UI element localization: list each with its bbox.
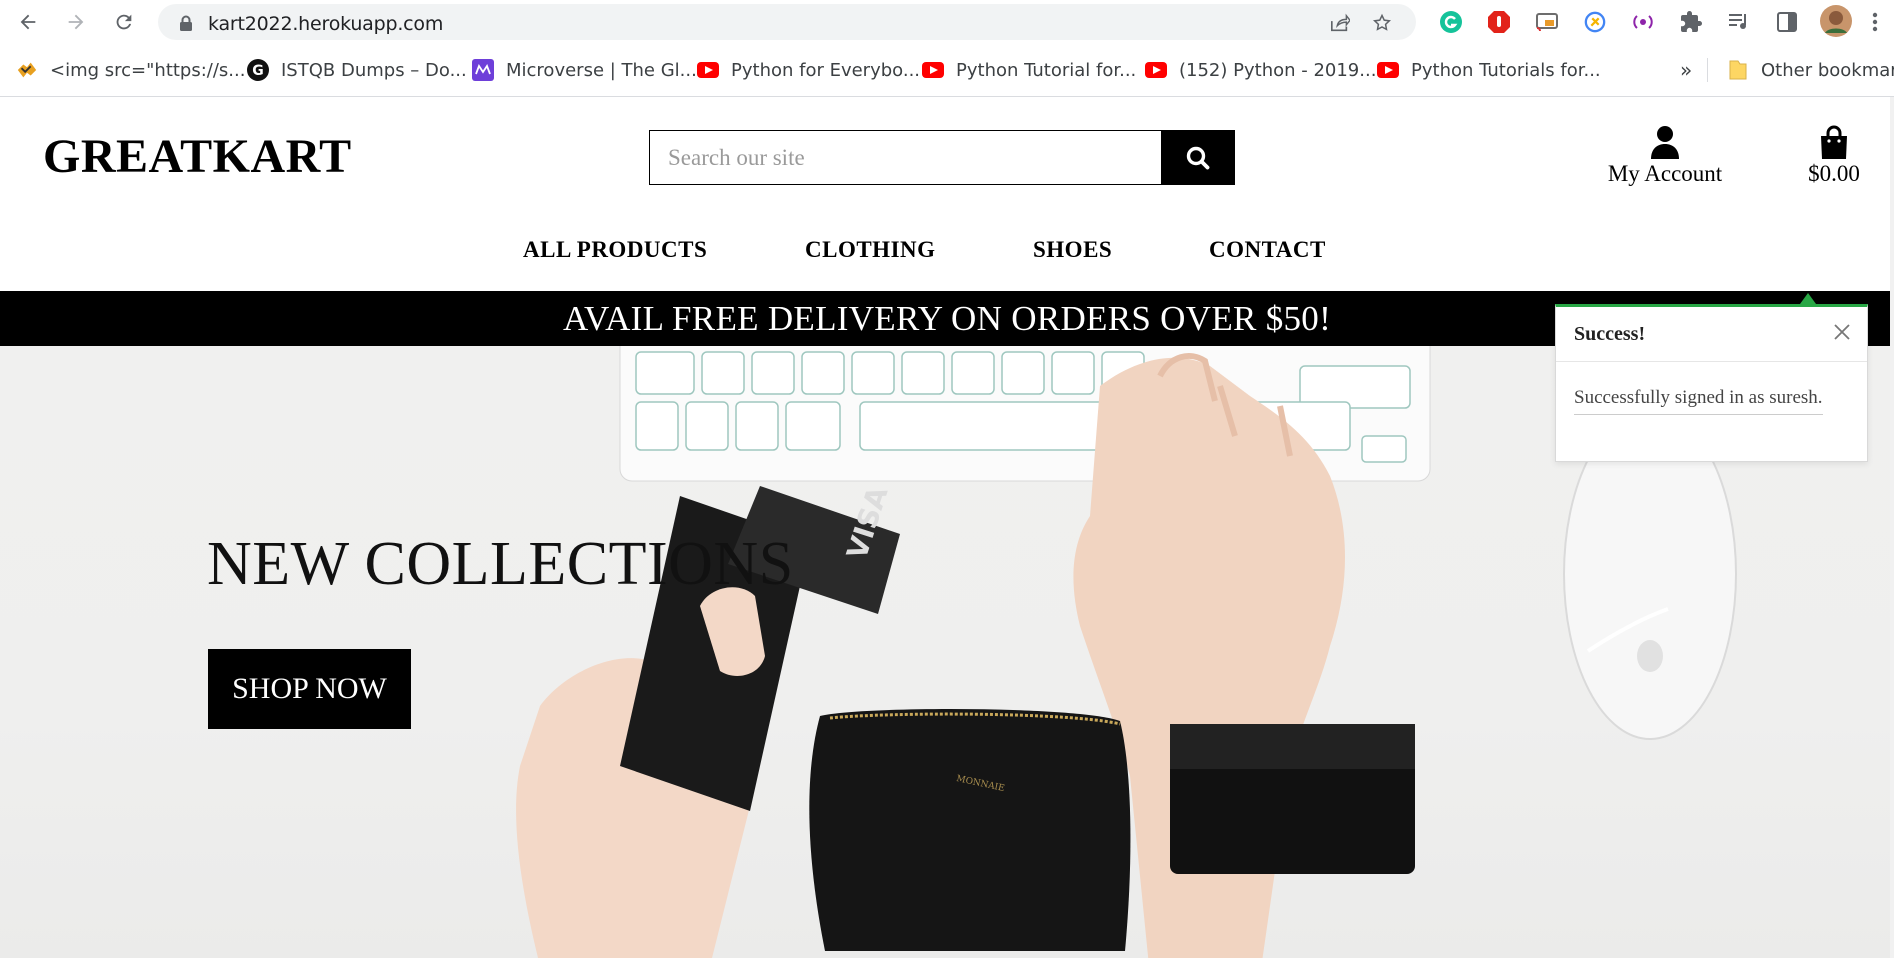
toast-header: Success! xyxy=(1556,307,1867,362)
bookmark-label: Python Tutorial for... xyxy=(956,59,1137,81)
reload-button[interactable] xyxy=(110,8,138,36)
more-bookmarks-button[interactable]: » xyxy=(1680,58,1692,82)
youtube-icon xyxy=(697,59,719,81)
broadcast-icon[interactable] xyxy=(1630,9,1656,35)
search-form xyxy=(649,130,1235,185)
toast-title: Success! xyxy=(1574,323,1646,345)
bookmark-label: Other bookmarks xyxy=(1761,59,1894,81)
bookmark-item[interactable]: Microverse | The Gl... xyxy=(472,58,697,82)
user-icon xyxy=(1651,126,1679,159)
search-button[interactable] xyxy=(1161,131,1234,184)
folder-icon xyxy=(1727,59,1749,81)
bookmark-star-icon[interactable] xyxy=(1372,13,1392,33)
address-bar[interactable]: kart2022.herokuapp.com xyxy=(158,4,1416,40)
url-text: kart2022.herokuapp.com xyxy=(208,13,444,35)
grammarly-icon[interactable] xyxy=(1438,9,1464,35)
youtube-icon xyxy=(922,59,944,81)
bookmark-label: (152) Python - 2019... xyxy=(1179,59,1377,81)
toast-close-button[interactable] xyxy=(1831,321,1853,343)
share-icon[interactable] xyxy=(1330,13,1350,33)
chrome-menu-icon[interactable] xyxy=(1862,9,1888,35)
menu-item-shoes[interactable]: SHOES xyxy=(1033,237,1112,263)
close-icon xyxy=(1834,324,1850,340)
cart-link[interactable]: $0.00 xyxy=(1786,119,1882,187)
bookmark-label: Python Tutorials for... xyxy=(1411,59,1601,81)
success-toast: Success! Successfully signed in as sures… xyxy=(1555,304,1868,462)
bookmark-item[interactable]: (152) Python - 2019... xyxy=(1145,58,1376,82)
cast-icon[interactable] xyxy=(1534,9,1560,35)
browser-toolbar: kart2022.herokuapp.com xyxy=(0,0,1894,44)
side-panel-icon[interactable] xyxy=(1774,9,1800,35)
bookmark-item[interactable]: G ISTQB Dumps – Do... xyxy=(247,58,467,82)
g-favicon-icon: G xyxy=(247,59,269,81)
shopping-bag-icon xyxy=(1821,125,1847,159)
bookmark-label: Python for Everybo... xyxy=(731,59,921,81)
back-button[interactable] xyxy=(14,8,42,36)
cart-total: $0.00 xyxy=(1808,161,1860,186)
bookmark-item[interactable]: Python Tutorial for... xyxy=(922,58,1136,82)
media-playlist-icon[interactable] xyxy=(1726,9,1752,35)
youtube-icon xyxy=(1377,59,1399,81)
bookmark-label: <img src="https://s... xyxy=(50,59,246,81)
youtube-icon xyxy=(1145,59,1167,81)
forward-arrow-icon xyxy=(68,14,84,30)
bookmark-item[interactable]: Python Tutorials for... xyxy=(1377,58,1601,82)
adblock-icon[interactable] xyxy=(1486,9,1512,35)
menu-item-all-products[interactable]: ALL PRODUCTS xyxy=(523,237,707,263)
speed-extension-icon[interactable] xyxy=(1582,9,1608,35)
bookmark-label: ISTQB Dumps – Do... xyxy=(281,59,467,81)
site-logo[interactable]: GREATKART xyxy=(43,129,352,184)
bookmarks-divider xyxy=(1707,58,1708,82)
profile-avatar[interactable] xyxy=(1820,5,1852,37)
hero-title: NEW COLLECTIONS xyxy=(207,530,794,598)
my-account-link[interactable]: My Account xyxy=(1602,119,1728,187)
custom-favicon-icon xyxy=(16,59,38,81)
extensions-puzzle-icon[interactable] xyxy=(1678,9,1704,35)
other-bookmarks-folder[interactable]: Other bookmarks xyxy=(1727,58,1894,82)
toast-arrow xyxy=(1800,293,1816,304)
main-menu: ALL PRODUCTS CLOTHING SHOES CONTACT xyxy=(0,237,1894,277)
shop-now-button[interactable]: SHOP NOW xyxy=(208,649,411,729)
page-scrollbar[interactable] xyxy=(1890,97,1894,958)
lock-icon[interactable] xyxy=(176,13,196,33)
back-arrow-icon xyxy=(20,14,36,30)
menu-item-contact[interactable]: CONTACT xyxy=(1209,237,1326,263)
reload-icon xyxy=(116,14,132,30)
search-input[interactable] xyxy=(650,131,1161,184)
bookmark-item[interactable]: <img src="https://s... xyxy=(16,58,245,82)
website: GREATKART My Account $0.00 ALL PRODUCTS … xyxy=(0,97,1894,958)
menu-item-clothing[interactable]: CLOTHING xyxy=(805,237,936,263)
forward-button[interactable] xyxy=(62,8,90,36)
svg-text:G: G xyxy=(252,63,264,79)
bookmarks-bar: <img src="https://s... G ISTQB Dumps – D… xyxy=(0,44,1894,97)
account-label: My Account xyxy=(1607,161,1723,186)
bookmark-label: Microverse | The Gl... xyxy=(506,59,697,81)
microverse-favicon-icon xyxy=(472,59,494,81)
bookmark-item[interactable]: Python for Everybo... xyxy=(697,58,920,82)
search-icon xyxy=(1186,146,1209,169)
toast-message: Successfully signed in as suresh. xyxy=(1574,387,1823,415)
